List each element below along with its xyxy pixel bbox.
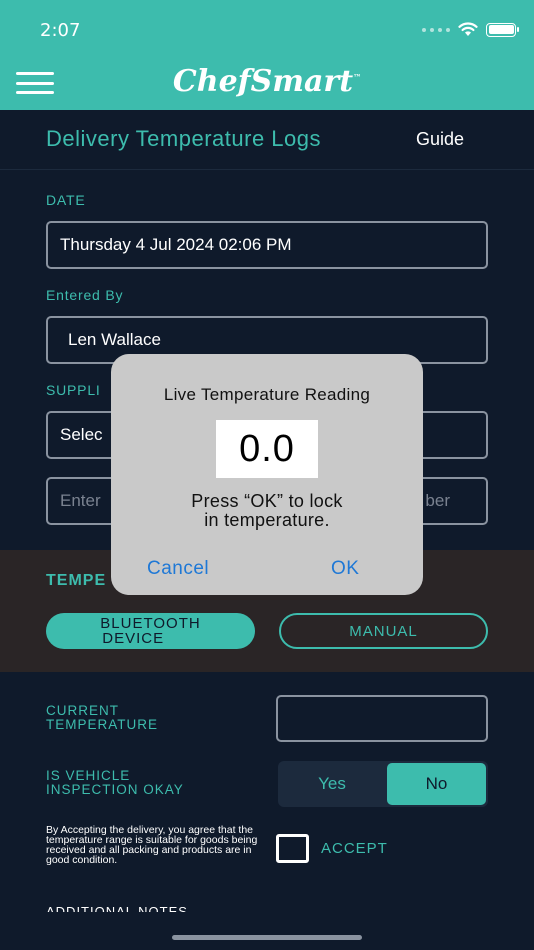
bluetooth-device-button[interactable]: BLUETOOTH DEVICE (46, 613, 255, 649)
bluetooth-label-line2: DEVICE (102, 630, 165, 647)
status-time: 2:07 (40, 20, 81, 41)
invoice-placeholder-left: Enter (60, 491, 101, 510)
chefsmart-logo: ChefSmart™ (172, 64, 362, 99)
date-field[interactable]: Thursday 4 Jul 2024 02:06 PM (46, 221, 488, 269)
accept-checkbox[interactable] (276, 834, 309, 863)
live-temperature-dialog: Live Temperature Reading 0.0 Press “OK” … (111, 354, 423, 595)
bluetooth-label-line1: BLUETOOTH (100, 615, 201, 632)
cancel-button[interactable]: Cancel (147, 558, 209, 580)
ok-button[interactable]: OK (331, 558, 359, 580)
date-label: DATE (46, 192, 86, 208)
temperature-section-label: TEMPE (46, 572, 107, 589)
vehicle-yes-option[interactable]: Yes (278, 761, 386, 807)
battery-icon (486, 22, 519, 37)
invoice-placeholder-right: ber (425, 491, 450, 510)
manual-button[interactable]: MANUAL (279, 613, 488, 649)
accept-disclaimer: By Accepting the delivery, you agree tha… (46, 824, 258, 866)
status-icons (422, 22, 519, 37)
temperature-reading: 0.0 (216, 420, 318, 478)
current-temperature-label: CURRENT TEMPERATURE (46, 703, 159, 732)
wifi-icon (458, 22, 478, 36)
accept-label: ACCEPT (321, 840, 388, 857)
dialog-title: Live Temperature Reading (163, 385, 371, 404)
entered-by-label: Entered By (46, 287, 124, 303)
vehicle-no-option[interactable]: No (387, 763, 486, 805)
current-temperature-input[interactable] (276, 695, 488, 742)
supplier-label: SUPPLI (46, 382, 101, 398)
page-title: Delivery Temperature Logs (46, 126, 321, 151)
signal-icon (422, 27, 450, 32)
home-indicator (172, 935, 362, 940)
additional-notes-label: ADDITIONAL NOTES (46, 904, 188, 912)
vehicle-inspection-label: IS VEHICLE INSPECTION OKAY (46, 768, 184, 797)
guide-button[interactable]: Guide (416, 129, 464, 150)
dialog-message: Press “OK” to lock in temperature. (191, 491, 343, 530)
